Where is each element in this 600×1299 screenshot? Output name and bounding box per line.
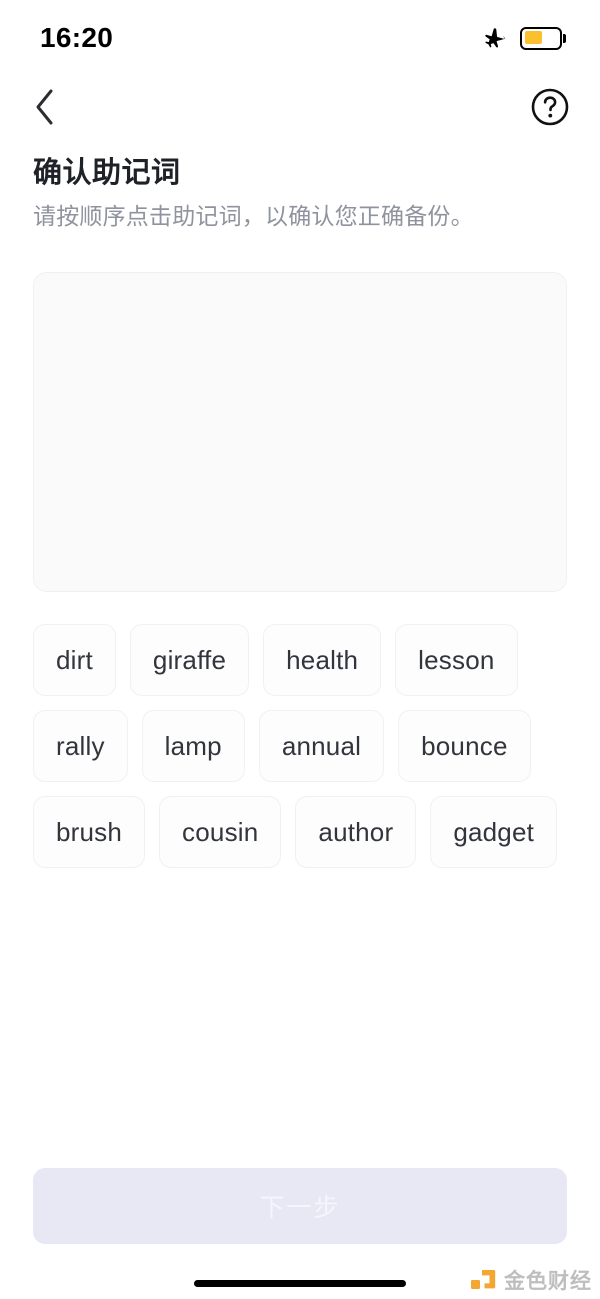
status-bar: 16:20	[0, 0, 600, 72]
word-chip[interactable]: health	[263, 624, 382, 696]
word-chip[interactable]: author	[295, 796, 417, 868]
battery-fill	[524, 31, 542, 44]
word-chip[interactable]: gadget	[430, 796, 558, 868]
question-circle-icon	[531, 88, 569, 126]
battery-body	[520, 26, 562, 50]
jinse-logo-icon	[471, 1270, 496, 1289]
word-pool: dirt giraffe health lesson rally lamp annual bo…	[33, 624, 567, 868]
page-title: 确认助记词	[33, 157, 181, 189]
word-chip[interactable]: brush	[33, 796, 146, 868]
selected-words-card[interactable]	[33, 272, 567, 592]
chevron-left-icon	[36, 89, 53, 125]
word-chip[interactable]: dirt	[33, 624, 116, 696]
word-chip[interactable]: lesson	[395, 624, 518, 696]
nav-bar	[0, 72, 600, 142]
page-subtitle: 请按顺序点击助记词，以确认您正确备份。	[33, 203, 474, 230]
word-chip[interactable]: lamp	[141, 710, 245, 782]
status-time: 16:20	[40, 22, 114, 53]
heading-block: 确认助记词 请按顺序点击助记词，以确认您正确备份。	[33, 155, 567, 232]
airplane-mode-icon	[485, 28, 506, 48]
next-button[interactable]: 下一步	[33, 1168, 567, 1244]
home-indicator	[194, 1280, 406, 1287]
back-button[interactable]	[20, 82, 70, 132]
word-chip[interactable]: cousin	[159, 796, 282, 868]
phone-screen: 16:20 确认助记词 请按顺序点击助记词，以确认您正确备份。 dirt gir…	[0, 0, 600, 1299]
battery-cap	[563, 33, 566, 43]
word-chip[interactable]: rally	[33, 710, 128, 782]
word-chip[interactable]: annual	[258, 710, 385, 782]
status-indicators	[482, 21, 566, 51]
word-chip[interactable]: giraffe	[129, 624, 250, 696]
battery-icon	[520, 26, 566, 50]
watermark: 金色财经	[471, 1269, 592, 1293]
help-button[interactable]	[528, 85, 572, 129]
word-chip[interactable]: bounce	[398, 710, 531, 782]
watermark-text: 金色财经	[504, 1269, 592, 1293]
